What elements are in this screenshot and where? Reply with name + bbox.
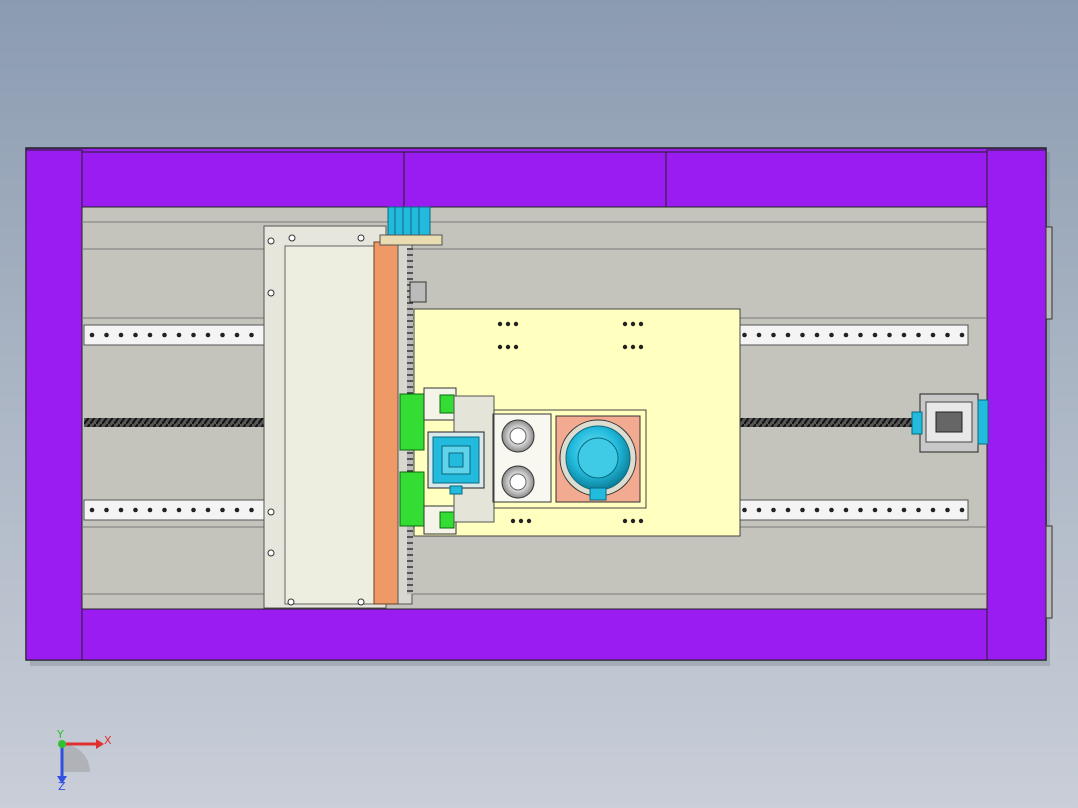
frame-top-middle	[403, 151, 667, 208]
rail-hole	[220, 507, 225, 513]
rail-hole	[205, 332, 211, 338]
axis-triad: X Y Z	[56, 728, 112, 793]
rail-hole	[843, 332, 849, 338]
rail-hole	[176, 507, 182, 513]
rail-hole	[133, 332, 138, 338]
rail-hole	[858, 332, 863, 338]
frame-right-post	[986, 149, 1047, 661]
carriage-hole	[518, 518, 524, 524]
rail-hole	[104, 507, 109, 513]
rail-hole	[220, 332, 225, 338]
carriage-hole	[622, 344, 628, 350]
carriage-hole	[630, 344, 636, 350]
x-axis-label: X	[104, 734, 112, 747]
rail-hole	[249, 507, 254, 513]
screw-end-block	[911, 393, 989, 453]
rail-hole	[162, 332, 167, 338]
y-axis-dot	[58, 740, 66, 748]
rail-hole	[249, 332, 254, 338]
rail-hole	[872, 332, 878, 338]
frame-top-right	[665, 151, 988, 208]
rail-hole	[191, 507, 196, 513]
rail-hole	[162, 507, 167, 513]
frame-bottom	[81, 608, 988, 661]
rail-hole	[118, 332, 124, 338]
frame-left-post	[25, 149, 83, 661]
carriage-hole	[638, 344, 644, 350]
rail-hole	[901, 332, 907, 338]
rail-hole	[829, 507, 834, 513]
rail-hole	[785, 332, 791, 338]
rail-hole	[800, 507, 805, 513]
rail-hole	[930, 507, 936, 513]
carriage-hole	[513, 321, 519, 327]
cad-viewport[interactable]: X Y Z	[0, 0, 1078, 808]
idler-pulleys	[492, 413, 552, 503]
rail-hole	[959, 507, 965, 513]
carriage-hole	[526, 518, 532, 524]
rail-hole	[945, 332, 950, 338]
rail-hole	[234, 332, 240, 338]
rail-hole	[916, 332, 921, 338]
z-axis-label: Z	[58, 780, 66, 793]
carriage-hole	[513, 344, 519, 350]
rail-hole	[176, 332, 182, 338]
carriage-hole	[505, 344, 511, 350]
rail-hole	[771, 507, 776, 513]
carriage-hole	[497, 321, 503, 327]
rail-hole	[858, 507, 863, 513]
rail-hole	[843, 507, 849, 513]
rail-hole	[742, 332, 747, 338]
rail-hole	[814, 332, 820, 338]
rail-hole	[147, 332, 153, 338]
carriage-hole	[497, 344, 503, 350]
round-motor	[555, 415, 641, 503]
y-axis-label: Y	[56, 728, 64, 741]
rail-hole	[829, 332, 834, 338]
rail-hole	[104, 332, 109, 338]
carriage-hole	[630, 321, 636, 327]
carriage-hole	[622, 518, 628, 524]
rail-hole	[901, 507, 907, 513]
rail-hole	[771, 332, 776, 338]
stepper-motor	[427, 431, 485, 495]
rail-hole	[887, 332, 892, 338]
carriage-hole	[630, 518, 636, 524]
rail-hole	[945, 507, 950, 513]
rail-hole	[916, 507, 921, 513]
rail-hole	[814, 507, 820, 513]
rail-hole	[205, 507, 211, 513]
carriage-hole	[638, 321, 644, 327]
rail-hole	[959, 332, 965, 338]
rail-hole	[887, 507, 892, 513]
carriage-hole	[638, 518, 644, 524]
rail-hole	[118, 507, 124, 513]
rail-hole	[133, 507, 138, 513]
rail-hole	[756, 507, 762, 513]
rail-hole	[89, 332, 95, 338]
rail-hole	[742, 507, 747, 513]
carriage-hole	[505, 321, 511, 327]
carriage-hole	[622, 321, 628, 327]
cover-assembly	[263, 225, 413, 609]
assembly-drawing: X Y Z	[25, 147, 1053, 793]
rail-hole	[89, 507, 95, 513]
rail-hole	[872, 507, 878, 513]
rail-hole	[930, 332, 936, 338]
carriage-hole	[510, 518, 516, 524]
side-bracket-bottom	[1045, 525, 1053, 619]
rail-hole	[800, 332, 805, 338]
frame-top-left	[81, 151, 405, 208]
rail-hole	[234, 507, 240, 513]
rail-hole	[191, 332, 196, 338]
rail-hole	[756, 332, 762, 338]
side-bracket-top	[1045, 226, 1053, 320]
rail-hole	[785, 507, 791, 513]
rail-hole	[147, 507, 153, 513]
